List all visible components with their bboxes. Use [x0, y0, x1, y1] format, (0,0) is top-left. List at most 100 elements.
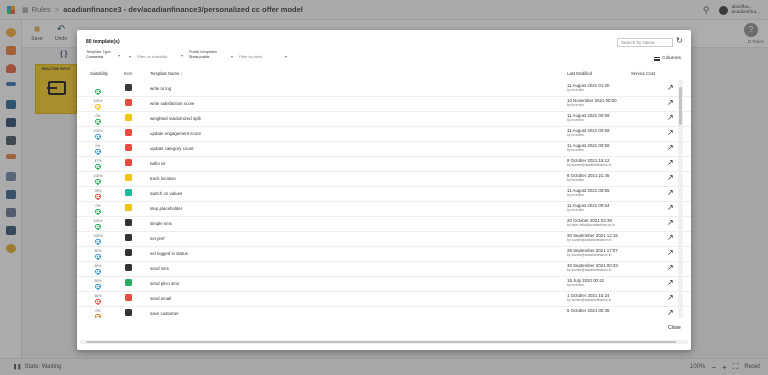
open-arrow-icon[interactable]: ↗ — [667, 83, 674, 92]
modified-by: by suzam@acadianfinance.in — [567, 253, 612, 258]
modified-by: by suzam@acadianfinance.in — [567, 238, 612, 243]
modified-by: by suzam@acadianfinance.in — [567, 268, 612, 273]
template-name: set pref — [150, 236, 165, 241]
header-modified[interactable]: Last Modified — [567, 71, 592, 76]
header-suitability[interactable]: Suitability — [90, 71, 108, 76]
template-icon — [125, 114, 132, 121]
template-name: step placeholder — [150, 206, 183, 211]
modified-by: by incentivi — [567, 178, 584, 183]
suitability-face-icon — [95, 103, 101, 109]
template-name: switch on values — [150, 191, 183, 196]
open-arrow-icon[interactable]: ↗ — [667, 203, 674, 212]
open-arrow-icon[interactable]: ↗ — [667, 113, 674, 122]
vertical-scrollbar[interactable] — [678, 80, 683, 318]
template-type-select[interactable]: Template Type Connector ▾ — [86, 50, 120, 59]
suitability-face-icon — [95, 268, 101, 274]
open-arrow-icon[interactable]: ↗ — [667, 278, 674, 287]
suitability-face-icon — [95, 253, 101, 259]
header-cost[interactable]: Service Cost — [631, 71, 655, 76]
template-name: update category count — [150, 146, 194, 151]
open-arrow-icon[interactable]: ↗ — [667, 128, 674, 137]
suitability-face-icon — [95, 118, 101, 124]
suitability-face-icon — [95, 283, 101, 289]
public-templates-select[interactable]: Public templates Show public ▾ — [181, 50, 217, 59]
suitability-face-icon — [95, 223, 101, 229]
open-arrow-icon[interactable]: ↗ — [667, 98, 674, 107]
suitability-face-icon — [95, 193, 101, 199]
open-arrow-icon[interactable]: ↗ — [667, 158, 674, 167]
last-modified: 8 October 2021 15:12 by suzam@acadianfina… — [567, 158, 611, 168]
suitability-face-icon — [95, 238, 101, 244]
scroll-thumb[interactable] — [86, 341, 676, 343]
template-icon — [125, 174, 132, 181]
client-select[interactable]: Filter by client ▾ ▾ — [231, 54, 287, 60]
filter-value: Show public — [189, 54, 210, 59]
template-list: 100% write to log 11 August 2021 01:30 by i… — [77, 80, 691, 318]
modified-by: by suzam@acadianfinance.in — [567, 163, 612, 168]
modified-by: by incentivi — [567, 208, 584, 213]
table-row[interactable]: save customer 5 October 2021 00:36 ↗ — [77, 305, 691, 318]
filter-value: Filter on suitability — [137, 55, 168, 59]
chevron-down-icon: ▾ — [118, 53, 121, 58]
suitability-select[interactable]: Filter on suitability ▾ — [129, 54, 168, 60]
header-name[interactable]: Template Name ↓ — [150, 71, 183, 76]
template-name: weighted randomized split — [150, 116, 201, 121]
open-arrow-icon[interactable]: ↗ — [667, 173, 674, 182]
open-arrow-icon[interactable]: ↗ — [667, 248, 674, 257]
open-arrow-icon[interactable]: ↗ — [667, 143, 674, 152]
template-picker-dialog: 80 template(s) Search by Name ↻ Template… — [77, 30, 691, 350]
suitability-cell — [90, 306, 106, 318]
modified-by: by incentivi — [567, 118, 584, 123]
open-arrow-icon[interactable]: ↗ — [667, 233, 674, 242]
modified-by: by incentivi — [567, 283, 584, 288]
template-icon — [125, 264, 132, 271]
last-modified: 15 July 2020 00:42 by incentivi — [567, 278, 604, 288]
dialog-title: 80 template(s) — [86, 39, 120, 45]
open-arrow-icon[interactable]: ↗ — [667, 308, 674, 317]
last-modified: 11 August 2021 00:58 by incentivi — [567, 128, 609, 138]
suitability-face-icon — [95, 88, 101, 94]
scroll-thumb[interactable] — [679, 87, 682, 125]
modified-by: by incentivi — [567, 88, 584, 93]
filter-label: Public templates — [189, 50, 217, 54]
modified-by: by incentivi — [567, 103, 584, 108]
search-input[interactable]: Search by Name — [617, 38, 673, 47]
modified-by: by fase.cella@acadianfina.co.in — [567, 223, 615, 228]
modified-date: 5 October 2021 00:36 — [567, 308, 610, 313]
filter-value: Filter by client — [239, 55, 263, 59]
columns-icon — [654, 56, 660, 61]
template-name: write to log — [150, 86, 172, 91]
template-icon — [125, 249, 132, 256]
last-modified: 11 August 2021 00:58 by incentivi — [567, 143, 609, 153]
template-name: set logged in status — [150, 251, 188, 256]
suitability-face-icon — [95, 298, 101, 304]
last-modified: 30 September 2021 00:33 by suzam@acadianf… — [567, 263, 618, 273]
template-icon — [125, 159, 132, 166]
table-header: Suitability Icon Template Name ↓ Last Mo… — [77, 68, 691, 78]
suitability-face-icon — [95, 313, 101, 318]
header-icon: Icon — [124, 71, 132, 76]
open-arrow-icon[interactable]: ↗ — [667, 218, 674, 227]
template-icon — [125, 294, 132, 301]
open-arrow-icon[interactable]: ↗ — [667, 293, 674, 302]
last-modified: 20 October 2021 02:36 by fase.cella@acadi… — [567, 218, 615, 228]
filter-label: Template Type — [86, 50, 111, 54]
columns-label: Columns — [662, 56, 681, 61]
open-arrow-icon[interactable]: ↗ — [667, 188, 674, 197]
close-button[interactable]: Close — [668, 325, 681, 331]
last-modified: 10 November 2021 00:00 by incentivi — [567, 98, 617, 108]
last-modified: 11 August 2021 00:54 by incentivi — [567, 203, 609, 213]
horizontal-scrollbar[interactable] — [80, 340, 688, 344]
template-name: save customer — [150, 311, 179, 316]
template-name: send plivo sms — [150, 281, 180, 286]
template-icon — [125, 84, 132, 91]
chevron-down-icon: ▾ — [285, 54, 288, 59]
refresh-icon[interactable]: ↻ — [676, 36, 683, 45]
suitability-face-icon — [95, 133, 101, 139]
columns-button[interactable]: Columns — [654, 56, 681, 61]
suitability-face-icon — [95, 178, 101, 184]
open-arrow-icon[interactable]: ↗ — [667, 263, 674, 272]
template-icon — [125, 129, 132, 136]
template-icon — [125, 309, 132, 316]
modified-by: by suzam@acadianfinance.in — [567, 298, 612, 303]
